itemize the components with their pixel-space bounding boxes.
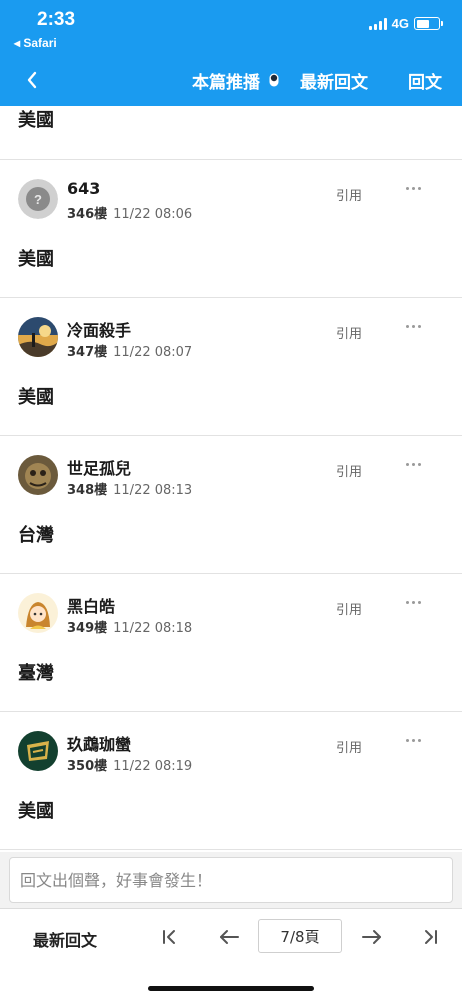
reply-input[interactable] <box>9 857 453 903</box>
list-item: 冷面殺手 347樓 11/22 08:07 引用 美國 <box>0 298 462 436</box>
floor-number: 346樓 <box>67 207 108 222</box>
post-time: 11/22 08:13 <box>113 483 193 498</box>
reply-feed: 美國 ? 643 346樓 11/22 08:06 引用 美國 冷面殺手 347樓… <box>0 106 462 852</box>
avatar[interactable] <box>18 593 58 633</box>
more-dots-icon[interactable] <box>401 594 425 610</box>
status-time: 2:33 <box>37 9 76 30</box>
quote-button[interactable]: 引用 <box>336 461 362 480</box>
prev-page-icon <box>220 930 239 944</box>
post-time: 11/22 08:07 <box>113 345 193 360</box>
latest-replies-button[interactable]: 最新回文 <box>33 927 97 951</box>
username[interactable]: 玖鵡珈蠻 <box>67 731 131 755</box>
battery-icon <box>414 17 443 30</box>
more-dots-icon[interactable] <box>401 456 425 472</box>
post-time: 11/22 08:06 <box>113 207 193 222</box>
post-time: 11/22 08:19 <box>113 759 193 774</box>
username[interactable]: 643 <box>67 179 100 198</box>
avatar[interactable] <box>18 317 58 357</box>
username[interactable]: 黑白皓 <box>67 593 115 617</box>
avatar[interactable] <box>18 455 58 495</box>
back-to-safari-link[interactable]: ◂ Safari <box>14 36 57 50</box>
avatar[interactable]: ? <box>18 179 58 219</box>
prev-page-button[interactable] <box>216 925 242 949</box>
quote-button[interactable]: 引用 <box>336 599 362 618</box>
pagination-bar: 最新回文 7/8頁 <box>0 908 462 1000</box>
post-meta: 350樓 11/22 08:19 <box>67 755 192 774</box>
back-button[interactable] <box>20 64 44 96</box>
username[interactable]: 冷面殺手 <box>67 317 131 341</box>
more-dots-icon[interactable] <box>401 318 425 334</box>
floor-number: 348樓 <box>67 483 108 498</box>
post-content: 美國 <box>18 801 54 822</box>
floor-number: 350樓 <box>67 759 108 774</box>
home-indicator[interactable] <box>148 986 314 991</box>
post-meta: 346樓 11/22 08:06 <box>67 203 192 222</box>
next-page-button[interactable] <box>359 925 385 949</box>
post-content: 美國 <box>18 249 54 270</box>
signal-icon <box>368 17 387 30</box>
back-chevron-icon <box>27 71 37 89</box>
post-content: 臺灣 <box>18 663 54 684</box>
status-indicators: 4G <box>368 16 443 31</box>
post-content: 美國 <box>18 387 54 408</box>
reply-compose-bar <box>0 852 462 908</box>
post-meta: 347樓 11/22 08:07 <box>67 341 192 360</box>
first-page-icon <box>163 930 175 944</box>
more-dots-icon[interactable] <box>401 180 425 196</box>
list-item: 美國 <box>0 106 462 160</box>
quote-button[interactable]: 引用 <box>336 323 362 342</box>
network-type: 4G <box>391 16 409 31</box>
floor-number: 349樓 <box>67 621 108 636</box>
next-page-icon <box>362 930 381 944</box>
post-content: 台灣 <box>18 525 54 546</box>
list-item: ? 643 346樓 11/22 08:06 引用 美國 <box>0 160 462 298</box>
post-meta: 349樓 11/22 08:18 <box>67 617 192 636</box>
post-content: 美國 <box>18 110 54 131</box>
post-meta: 348樓 11/22 08:13 <box>67 479 192 498</box>
svg-text:?: ? <box>34 192 42 207</box>
avatar[interactable] <box>18 731 58 771</box>
page-selector[interactable]: 7/8頁 <box>258 919 342 953</box>
quote-button[interactable]: 引用 <box>336 185 362 204</box>
more-dots-icon[interactable] <box>401 732 425 748</box>
username[interactable]: 世足孤兒 <box>67 455 131 479</box>
reply-link[interactable]: 回文 <box>408 68 442 93</box>
latest-replies-link[interactable]: 最新回文 <box>300 68 368 93</box>
first-page-button[interactable] <box>156 925 182 949</box>
list-item: 世足孤兒 348樓 11/22 08:13 引用 台灣 <box>0 436 462 574</box>
list-item: 玖鵡珈蠻 350樓 11/22 08:19 引用 美國 <box>0 712 462 850</box>
top-header: 2:33 ◂ Safari 4G 本篇推播 最新回文 回文 <box>0 0 462 106</box>
push-toggle-icon[interactable] <box>269 73 279 87</box>
floor-number: 347樓 <box>67 345 108 360</box>
list-item: 黑白皓 349樓 11/22 08:18 引用 臺灣 <box>0 574 462 712</box>
last-page-icon <box>425 930 437 944</box>
last-page-button[interactable] <box>418 925 444 949</box>
post-time: 11/22 08:18 <box>113 621 193 636</box>
quote-button[interactable]: 引用 <box>336 737 362 756</box>
push-notification-toggle[interactable]: 本篇推播 <box>192 68 260 93</box>
